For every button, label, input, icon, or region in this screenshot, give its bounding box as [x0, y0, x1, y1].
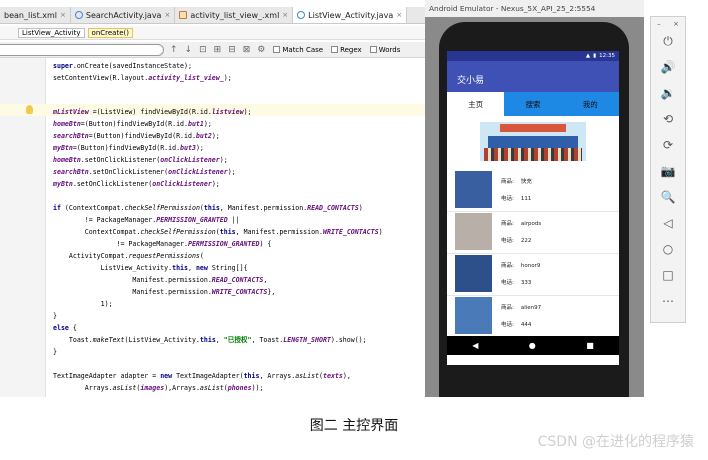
tab-search-activity[interactable]: SearchActivity.java × [71, 7, 176, 23]
tab-label: bean_list.xml [4, 10, 58, 20]
xml-file-icon [179, 11, 188, 19]
tab-listview-activity[interactable]: ListView_Activity.java × [293, 7, 408, 23]
product-name: airpods [520, 221, 542, 227]
close-icon[interactable]: × [396, 11, 402, 19]
arrow-up-icon[interactable]: ↑ [170, 45, 178, 55]
rotate-left-icon[interactable]: ⟲ [651, 106, 685, 132]
list-item[interactable]: 商品: alien97 电话: 444 [447, 296, 619, 338]
editor-tabs: bean_list.xml × SearchActivity.java × acti… [0, 7, 425, 24]
list-item[interactable]: 商品: airpods 电话: 222 [447, 212, 619, 254]
app-bar: 交小易 [447, 61, 619, 92]
product-name: honor9 [520, 263, 541, 269]
tab-mine[interactable]: 我的 [562, 92, 619, 116]
power-icon[interactable]: ⏻ [651, 28, 685, 54]
tab-home[interactable]: 主页 [447, 92, 505, 116]
close-icon[interactable]: × [282, 11, 288, 19]
words-checkbox[interactable]: Words [369, 46, 400, 54]
product-phone: 444 [520, 322, 532, 328]
home-icon[interactable]: ● [529, 341, 536, 350]
status-time: 12:35 [599, 53, 615, 59]
lightbulb-icon[interactable] [26, 105, 33, 114]
product-phone: 333 [520, 280, 532, 286]
product-name-label: 商品: [501, 179, 514, 185]
product-phone-label: 电话: [501, 322, 514, 328]
emulator-side-toolbar: – × ⏻ 🔊 🔉 ⟲ ⟳ 📷 🔍 ◁ ○ □ ⋯ [650, 16, 686, 323]
search-input[interactable] [0, 43, 164, 56]
rotate-right-icon[interactable]: ⟳ [651, 132, 685, 158]
add-selection-icon[interactable]: ⊞ [214, 45, 222, 55]
code-editor: bean_list.xml × SearchActivity.java × acti… [0, 0, 425, 397]
tab-label: activity_list_view_.xml [190, 10, 280, 20]
app-title: 交小易 [457, 76, 485, 86]
product-name-label: 商品: [501, 221, 514, 227]
close-icon[interactable]: × [60, 11, 66, 19]
regex-checkbox[interactable]: Regex [331, 46, 362, 54]
home-icon[interactable]: ○ [651, 236, 685, 262]
volume-up-icon[interactable]: 🔊 [651, 54, 685, 80]
status-bar: ▲ ▮ 12:35 [447, 51, 619, 61]
phone-screen[interactable]: ▲ ▮ 12:35 交小易 主页 搜索 我的 商品: 快充 电话: 111 商品… [447, 51, 619, 365]
android-nav-bar: ◀ ● ■ [447, 336, 619, 355]
product-phone-label: 电话: [501, 280, 514, 286]
banner-image [480, 122, 586, 161]
class-icon [74, 11, 83, 19]
list-item[interactable]: 商品: honor9 电话: 333 [447, 254, 619, 296]
filter-icon[interactable]: ⚙ [257, 45, 265, 55]
product-phone-label: 电话: [501, 196, 514, 202]
signal-icon: ▲ [585, 53, 591, 59]
breadcrumb-class[interactable]: ListView_Activity [18, 27, 85, 38]
product-name-label: 商品: [501, 305, 514, 311]
product-image [455, 297, 492, 334]
zoom-icon[interactable]: 🔍 [651, 184, 685, 210]
back-icon[interactable]: ◁ [651, 210, 685, 236]
tab-label: ListView_Activity.java [308, 10, 394, 20]
product-name: alien97 [520, 305, 542, 311]
minimize-icon[interactable]: – [657, 20, 661, 28]
select-all-icon[interactable]: ⊠ [243, 45, 251, 55]
breadcrumb-method[interactable]: onCreate() [87, 27, 133, 38]
close-icon[interactable]: × [164, 11, 170, 19]
find-bar: ↑ ↓ ⊡ ⊞ ⊟ ⊠ ⚙ Match Case Regex Words [0, 42, 425, 58]
product-name-label: 商品: [501, 263, 514, 269]
find-all-icon[interactable]: ⊡ [199, 45, 207, 55]
product-image [455, 213, 492, 250]
remove-selection-icon[interactable]: ⊟ [228, 45, 236, 55]
tab-bean-list[interactable]: bean_list.xml × [0, 7, 71, 23]
product-phone-label: 电话: [501, 238, 514, 244]
product-phone: 222 [520, 238, 532, 244]
camera-icon[interactable]: 📷 [651, 158, 685, 184]
arrow-down-icon[interactable]: ↓ [185, 45, 193, 55]
product-name: 快充 [520, 179, 532, 185]
emulator-title: Android Emulator - Nexus_5X_API_25_2:555… [425, 0, 644, 17]
watermark: CSDN @在进化的程序猿 [537, 434, 694, 450]
tab-search[interactable]: 搜索 [504, 92, 561, 116]
battery-icon: ▮ [593, 53, 597, 59]
recent-apps-icon[interactable]: ■ [586, 341, 594, 350]
tab-activity-list-view[interactable]: activity_list_view_.xml × [175, 7, 294, 23]
app-tabs: 主页 搜索 我的 [447, 92, 619, 116]
product-image [455, 255, 492, 292]
more-icon[interactable]: ⋯ [651, 288, 685, 314]
product-image [455, 171, 492, 208]
product-phone: 111 [520, 196, 532, 202]
emulator-window: Android Emulator - Nexus_5X_API_25_2:555… [425, 0, 644, 397]
list-item[interactable]: 商品: 快充 电话: 111 [447, 170, 619, 212]
close-icon[interactable]: × [673, 20, 679, 28]
volume-down-icon[interactable]: 🔉 [651, 80, 685, 106]
product-list[interactable]: 商品: 快充 电话: 111 商品: airpods 电话: 222 商品: h… [447, 170, 619, 338]
back-icon[interactable]: ◀ [472, 341, 478, 350]
overview-icon[interactable]: □ [651, 262, 685, 288]
class-icon [297, 11, 306, 19]
match-case-checkbox[interactable]: Match Case [273, 46, 323, 54]
tab-label: SearchActivity.java [85, 10, 162, 20]
breadcrumb: ListView_Activity onCreate() [0, 26, 425, 40]
